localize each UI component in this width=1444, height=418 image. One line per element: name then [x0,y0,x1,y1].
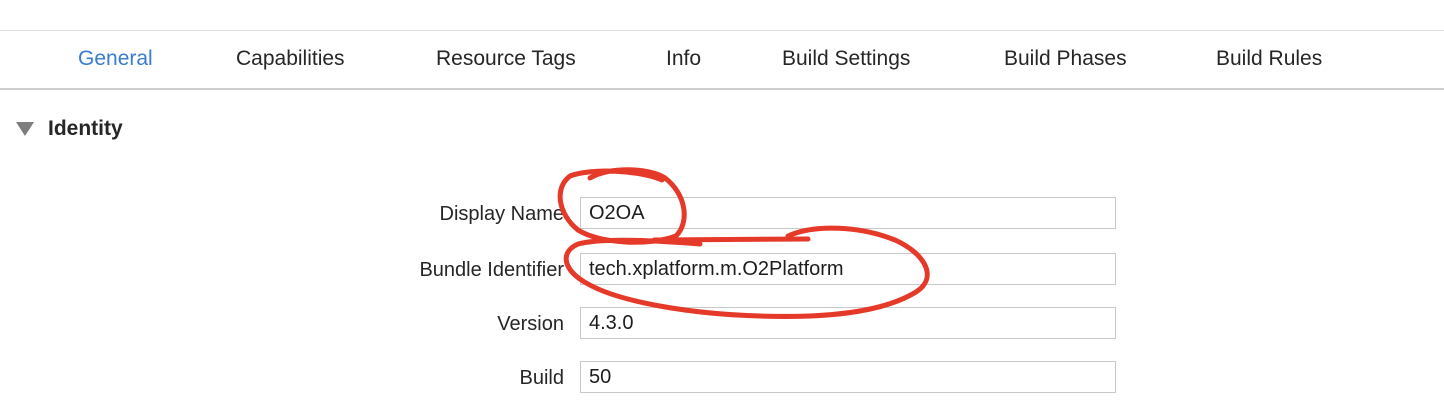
section-title: Identity [48,117,123,140]
version-field[interactable] [580,307,1116,339]
version-label: Version [497,313,564,335]
build-field[interactable] [580,361,1116,393]
editor-top-bar [0,0,1444,31]
identity-section-header[interactable]: Identity [16,116,123,142]
display-name-label: Display Name [439,203,564,225]
target-editor-tab-bar: General Capabilities Resource Tags Info … [0,31,1444,90]
display-name-field[interactable] [580,197,1116,229]
tab-build-phases[interactable]: Build Phases [1004,47,1127,71]
tab-build-rules[interactable]: Build Rules [1216,47,1322,71]
bundle-identifier-field[interactable] [580,253,1116,285]
display-name-underline-mark [651,236,811,243]
tab-resource-tags[interactable]: Resource Tags [436,47,576,71]
disclosure-triangle-icon[interactable] [16,122,34,136]
build-label: Build [519,367,564,389]
tab-build-settings[interactable]: Build Settings [782,47,910,71]
bundle-identifier-label: Bundle Identifier [419,259,564,281]
tab-info[interactable]: Info [666,47,701,71]
tab-general[interactable]: General [78,47,153,71]
tab-capabilities[interactable]: Capabilities [236,47,345,71]
xcode-target-general-pane: General Capabilities Resource Tags Info … [0,0,1444,418]
